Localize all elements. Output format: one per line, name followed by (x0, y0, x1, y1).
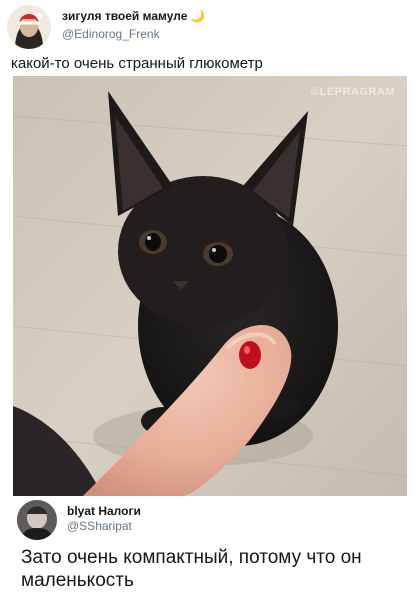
display-name[interactable]: blyat Налоги (67, 504, 141, 518)
display-name[interactable]: зигуля твоей мамуле 🌙 (62, 9, 205, 23)
user-handle[interactable]: @SSharipat (67, 519, 132, 533)
user-handle[interactable]: @Edinorog_Frenk (62, 27, 160, 41)
tweet-text: Зато очень компактный, потому что он мал… (21, 547, 362, 591)
moon-icon: 🌙 (190, 9, 206, 23)
kitten-photo-icon (13, 76, 407, 496)
display-name-text: зигуля твоей мамуле (62, 9, 188, 23)
avatar-icon (17, 500, 57, 540)
tweet-original: зигуля твоей мамуле 🌙 @Edinorog_Frenk как… (0, 0, 419, 498)
user-avatar[interactable] (7, 5, 51, 49)
avatar-icon (7, 5, 51, 49)
tweet-reply: blyat Налоги @SSharipat Зато очень компа… (0, 498, 419, 604)
tweet-photo[interactable]: ©LEPRAGRAM (13, 76, 407, 496)
tweet-text: какой-то очень странный глюкометр (11, 55, 263, 72)
user-avatar[interactable] (17, 500, 57, 540)
photo-watermark: ©LEPRAGRAM (311, 86, 395, 98)
